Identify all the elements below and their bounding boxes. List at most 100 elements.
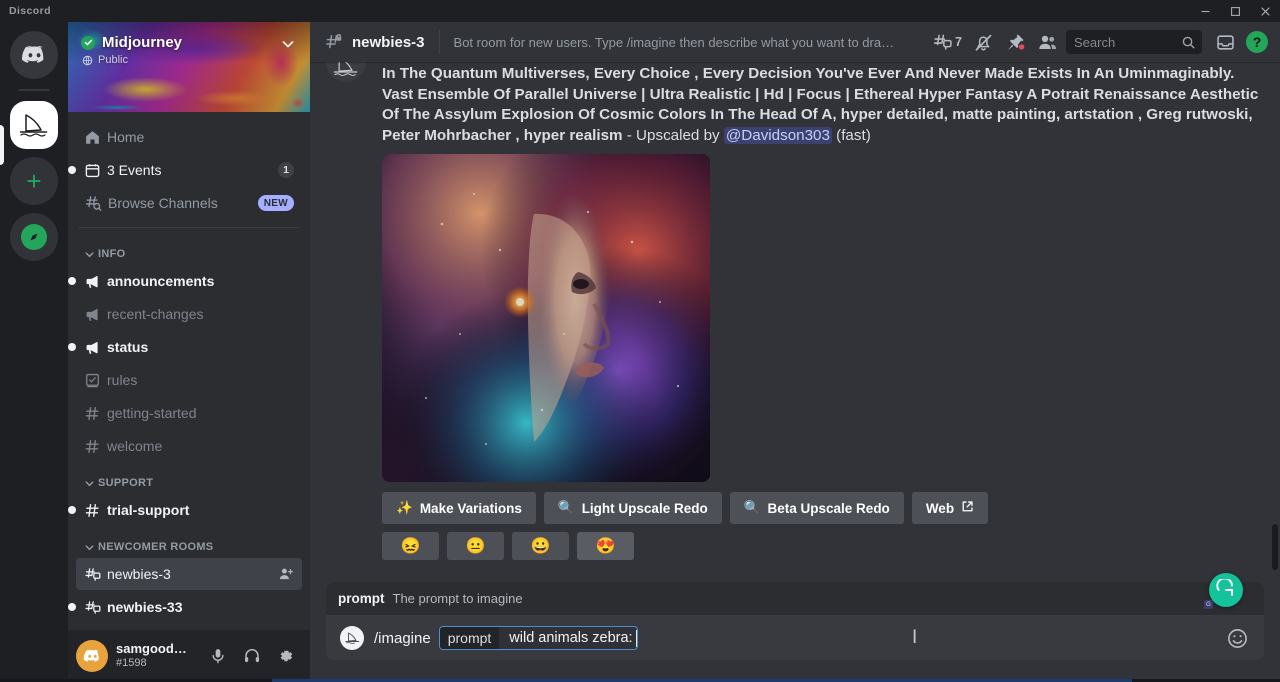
option-value-input[interactable]: wild animals zebra: xyxy=(499,627,634,649)
channel-label: rules xyxy=(107,372,137,388)
message-body: In The Quantum Multiverses, Every Choice… xyxy=(382,64,1262,560)
channel-trial-support[interactable]: trial-support xyxy=(76,494,302,526)
browse-channels-icon xyxy=(84,194,102,212)
make-variations-button[interactable]: ✨ Make Variations xyxy=(382,492,536,524)
channel-label: recent-changes xyxy=(107,306,204,322)
unread-dot xyxy=(68,166,76,174)
cosmic-portrait-art xyxy=(382,154,710,482)
channel-newbies-33[interactable]: newbies-33 xyxy=(76,591,302,623)
server-privacy-label: Public xyxy=(98,54,128,66)
hash-thread-icon xyxy=(84,599,101,616)
message-speed: (fast) xyxy=(832,127,871,144)
neutral-face-reaction[interactable]: 😐 xyxy=(447,532,504,560)
user-actions xyxy=(202,640,302,672)
channel-label: trial-support xyxy=(107,502,189,518)
microphone-icon[interactable] xyxy=(202,640,234,672)
confounded-face-reaction[interactable]: 😖 xyxy=(382,532,439,560)
server-header-banner[interactable]: Midjourney Public xyxy=(68,22,310,112)
scrollbar-thumb[interactable] xyxy=(1272,524,1278,570)
reaction-emoji: 😐 xyxy=(466,536,486,556)
channel-label: welcome xyxy=(107,438,162,454)
add-server-button[interactable]: + xyxy=(10,157,58,205)
message-attachment-image[interactable] xyxy=(382,154,710,482)
inbox-icon[interactable] xyxy=(1210,26,1240,58)
rail-divider xyxy=(18,89,50,91)
grinning-face-reaction[interactable]: 😀 xyxy=(512,532,569,560)
midjourney-action-buttons: ✨ Make Variations 🔍 Light Upscale Redo 🔍… xyxy=(382,492,1262,524)
hash-icon xyxy=(84,405,101,422)
announcement-icon xyxy=(84,306,101,323)
channel-rules[interactable]: rules xyxy=(76,364,302,396)
notification-muted-icon[interactable] xyxy=(968,26,998,58)
channel-title: newbies-3 xyxy=(352,34,425,51)
header-actions: 7 xyxy=(927,26,1272,58)
web-button[interactable]: Web xyxy=(912,492,988,524)
channel-getting-started[interactable]: getting-started xyxy=(76,397,302,429)
message-list[interactable]: In The Quantum Multiverses, Every Choice… xyxy=(310,62,1280,582)
magnifier-icon: 🔍 xyxy=(744,500,761,516)
category-info[interactable]: INFO xyxy=(76,234,302,264)
beta-upscale-redo-button[interactable]: 🔍 Beta Upscale Redo xyxy=(730,492,904,524)
text-caret xyxy=(636,630,638,647)
message-item: In The Quantum Multiverses, Every Choice… xyxy=(310,62,1280,560)
sidebar-item-label: Browse Channels xyxy=(108,195,218,211)
announcement-icon xyxy=(84,273,101,290)
unread-dot xyxy=(68,343,76,351)
minimize-button[interactable] xyxy=(1190,0,1220,22)
plus-icon: + xyxy=(26,168,41,194)
close-button[interactable] xyxy=(1250,0,1280,22)
avatar[interactable] xyxy=(326,62,366,82)
explore-servers-button[interactable] xyxy=(10,213,58,261)
user-tag: #1598 xyxy=(116,657,194,670)
channel-status[interactable]: status xyxy=(76,331,302,363)
grammarly-button[interactable]: G xyxy=(1209,573,1243,607)
reaction-row: 😖 😐 😀 😍 xyxy=(382,532,1262,560)
help-button[interactable]: ? xyxy=(1242,26,1272,58)
channel-label: newbies-33 xyxy=(107,599,182,615)
chevron-down-icon xyxy=(84,542,95,553)
option-description: The prompt to imagine xyxy=(393,591,523,606)
command-option-pill[interactable]: prompt wild animals zebra: xyxy=(439,626,638,650)
channel-list[interactable]: Home 3 Events 1 xyxy=(68,112,310,630)
message-composer[interactable]: /imagine prompt wild animals zebra: I xyxy=(326,616,1264,660)
gear-icon[interactable] xyxy=(270,640,302,672)
user-mention[interactable]: @Davidson303 xyxy=(724,127,832,144)
channel-label: newbies-3 xyxy=(107,566,171,582)
channel-announcements[interactable]: announcements xyxy=(76,265,302,297)
maximize-button[interactable] xyxy=(1220,0,1250,22)
chevron-down-icon xyxy=(84,249,95,260)
user-name: samgoodw... xyxy=(116,642,194,657)
pin-icon[interactable] xyxy=(1000,26,1030,58)
channel-recent-changes[interactable]: recent-changes xyxy=(76,298,302,330)
user-panel: samgoodw... #1598 xyxy=(68,630,310,682)
server-icon-midjourney[interactable] xyxy=(10,101,58,149)
category-label: NEWCOMER ROOMS xyxy=(98,541,213,553)
avatar[interactable] xyxy=(76,640,108,672)
home-icon xyxy=(84,129,101,146)
add-member-icon[interactable] xyxy=(278,566,294,582)
sidebar-item-browse-channels[interactable]: Browse Channels NEW xyxy=(76,187,302,219)
sidebar-item-events[interactable]: 3 Events 1 xyxy=(76,154,302,186)
channel-topic[interactable]: Bot room for new users. Type /imagine th… xyxy=(454,35,902,50)
category-newcomer-rooms[interactable]: NEWCOMER ROOMS xyxy=(76,527,302,557)
category-support[interactable]: SUPPORT xyxy=(76,463,302,493)
headset-icon[interactable] xyxy=(236,640,268,672)
light-upscale-redo-button[interactable]: 🔍 Light Upscale Redo xyxy=(544,492,722,524)
message-scrollbar[interactable] xyxy=(1271,64,1279,580)
events-badge: 1 xyxy=(278,162,294,178)
emoji-picker-button[interactable] xyxy=(1224,625,1250,651)
user-info[interactable]: samgoodw... #1598 xyxy=(116,642,194,670)
button-label: Make Variations xyxy=(420,501,522,516)
unread-dot xyxy=(68,506,76,514)
channel-newbies-3[interactable]: newbies-3 xyxy=(76,558,302,590)
unread-dot xyxy=(68,277,76,285)
direct-messages-button[interactable] xyxy=(10,31,58,79)
search-input[interactable]: Search xyxy=(1066,30,1202,54)
sidebar-item-label: Home xyxy=(107,129,144,145)
threads-icon[interactable] xyxy=(927,26,957,58)
chevron-down-icon[interactable] xyxy=(280,36,296,55)
heart-eyes-reaction[interactable]: 😍 xyxy=(577,532,634,560)
sidebar-item-home[interactable]: Home xyxy=(76,121,302,153)
channel-welcome[interactable]: welcome xyxy=(76,430,302,462)
member-list-icon[interactable] xyxy=(1032,26,1062,58)
